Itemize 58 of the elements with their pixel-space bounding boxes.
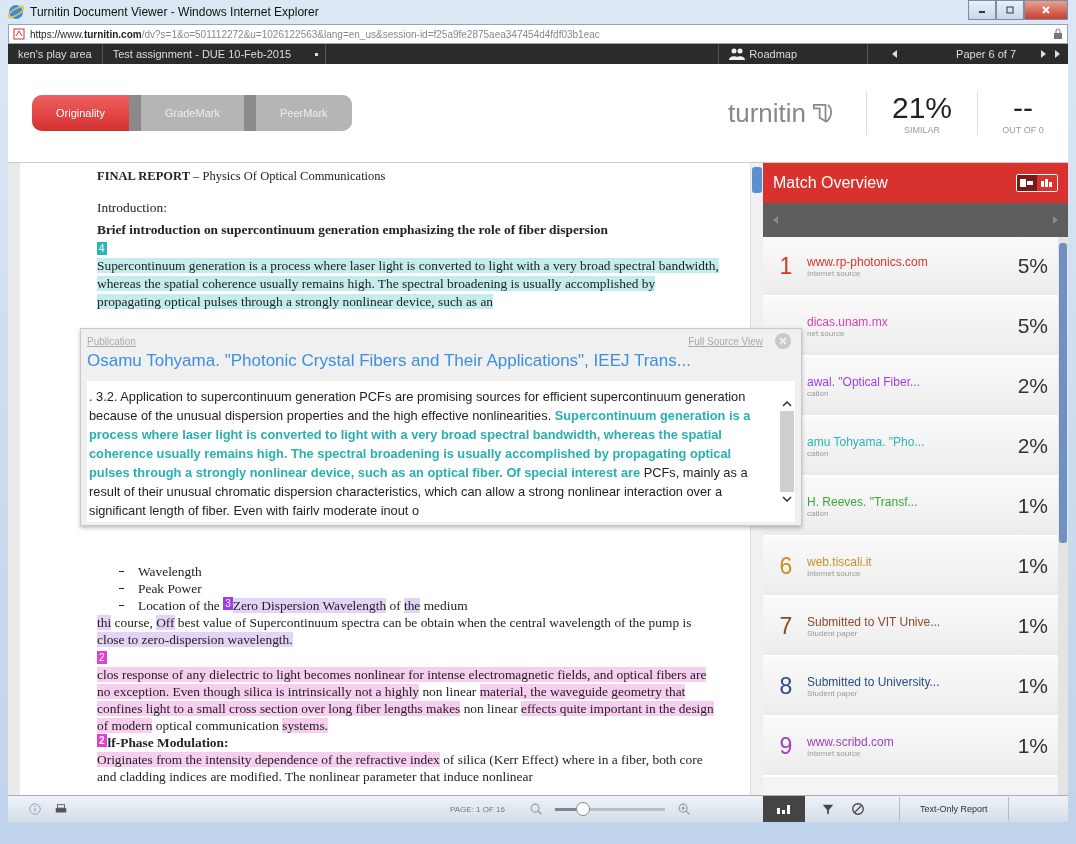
source-type: cation — [807, 508, 830, 518]
document-paragraph: Originates from the intensity dependence of the refractive index of silica (Kerr Effect) where in a fiber, both core and cladding indices are modified. The nonlinear parameter that induce nonlinear — [97, 751, 704, 785]
match-percent: 1% — [1017, 674, 1048, 698]
match-percent: 2% — [1017, 374, 1048, 398]
source-type: Student paper — [807, 628, 859, 638]
source-type: Internet source — [807, 748, 862, 758]
document-text: : — [224, 735, 229, 750]
source-type: Internet source — [807, 568, 862, 578]
grade-score: -- — [1013, 91, 1033, 125]
highlighted-text: Zero Dispersion Wavelength — [232, 598, 387, 613]
source-name: www.scribd.com — [807, 734, 895, 749]
document-heading: Brief introduction on supercontinuum generation emphasizing the role of fiber dispersion — [97, 221, 609, 239]
paper-counter: Paper 6 of 7 — [955, 48, 1017, 60]
source-name: www.rp-photonics.com — [807, 254, 929, 269]
document-text: Location of the — [138, 598, 221, 613]
similarity-label: SIMILAR — [904, 125, 940, 135]
match-percent: 2% — [1017, 434, 1048, 458]
grade-label: OUT OF 0 — [1002, 125, 1044, 135]
highlighted-text: the — [403, 598, 421, 613]
source-type: Internet source — [807, 268, 861, 278]
window-title: Turnitin Document Viewer - Windows Internet Explorer — [30, 5, 319, 19]
match-percent: 5% — [1017, 254, 1048, 278]
document-text: Introduction: — [97, 199, 168, 217]
match-percent: 5% — [1017, 314, 1048, 338]
panel-title: Match Overview — [773, 174, 888, 192]
source-name: dicas.unam.mx — [807, 314, 889, 329]
source-type: cation — [807, 448, 830, 458]
source-type: net source — [807, 328, 846, 338]
source-excerpt: . 3.2. Application to supercontinuum generation PCFs are promising sources for efficient supercontinuum generation because of the unusual dispersion properties and the high effective nonlinearities. Supercontinuum generation is a process where laser light is converted to light with a very broad spectral bandwidth, whereas the spatial coherence usually remains high. The spectral broadening is usually accomplished by propagating optical pulses through a strongly nonlinear device, such as an optical fiber. Of special interest are PCFs, mainly as a result of their unusual chromatic dispersion characteristics, which can allow a strong nonlinear interaction over a significant length of fiber. Even with fairlv moderate inout o — [88, 388, 752, 520]
document-text: Wavelength — [138, 564, 202, 579]
match-number: 7 — [778, 612, 794, 640]
source-name: amu Tohyama. "Pho... — [807, 434, 926, 449]
page-indicator: PAGE: 1 OF 16 — [450, 804, 505, 814]
match-number: 9 — [778, 732, 794, 760]
brand-name: turnitin — [727, 97, 806, 129]
match-number: 1 — [778, 252, 794, 280]
document-text: medium — [422, 598, 468, 613]
document-text: Peak Power — [138, 581, 202, 596]
match-percent: 1% — [1017, 494, 1048, 518]
match-percent: 1% — [1017, 734, 1048, 758]
match-number: 6 — [778, 552, 794, 580]
match-number: 8 — [778, 672, 794, 700]
source-type: Student paper — [807, 688, 859, 698]
match-percent: 1% — [1017, 614, 1048, 638]
document-title: FINAL REPORT – Physics Of Optical Communications — [97, 168, 387, 185]
source-name: Submitted to University... — [807, 674, 941, 689]
document-paragraph: thi course, Off best value of Supercontinuum spectra can be obtain when the central wavelength of the pump is close to zero-dispersion wavelength. — [97, 614, 693, 648]
document-text: of — [388, 598, 402, 613]
document-paragraph: Supercontinuum generation is a process where laser light is converted to light with a very broad spectral bandwidth, whereas the spatial coherence usually remains high. The spectral broadening is usually accomplished by propagating optical pulses through a strongly nonlinear device, such as an — [97, 257, 720, 311]
source-name: awal. "Optical Fiber... — [807, 374, 921, 389]
source-name: H. Reeves. "Transf... — [807, 494, 919, 509]
document-text: lf-Phase Modulation — [107, 735, 224, 750]
similarity-score: 21% — [891, 91, 952, 125]
source-name: Submitted to VIT Unive... — [807, 614, 942, 629]
source-type: cation — [807, 388, 830, 398]
source-name: web.tiscali.it — [807, 554, 873, 569]
match-percent: 1% — [1017, 554, 1048, 578]
document-paragraph: clos response of any dielectric to light becomes nonlinear for intense electromagnetic fields, and optical fibers are no exception. Even though silica is intrinsically not a highly non linear material, the waveguide geometry that confines light to a small cross section over long fiber lengths makes non linear effects quite important in the design of modern optical communication systems. — [97, 666, 715, 734]
